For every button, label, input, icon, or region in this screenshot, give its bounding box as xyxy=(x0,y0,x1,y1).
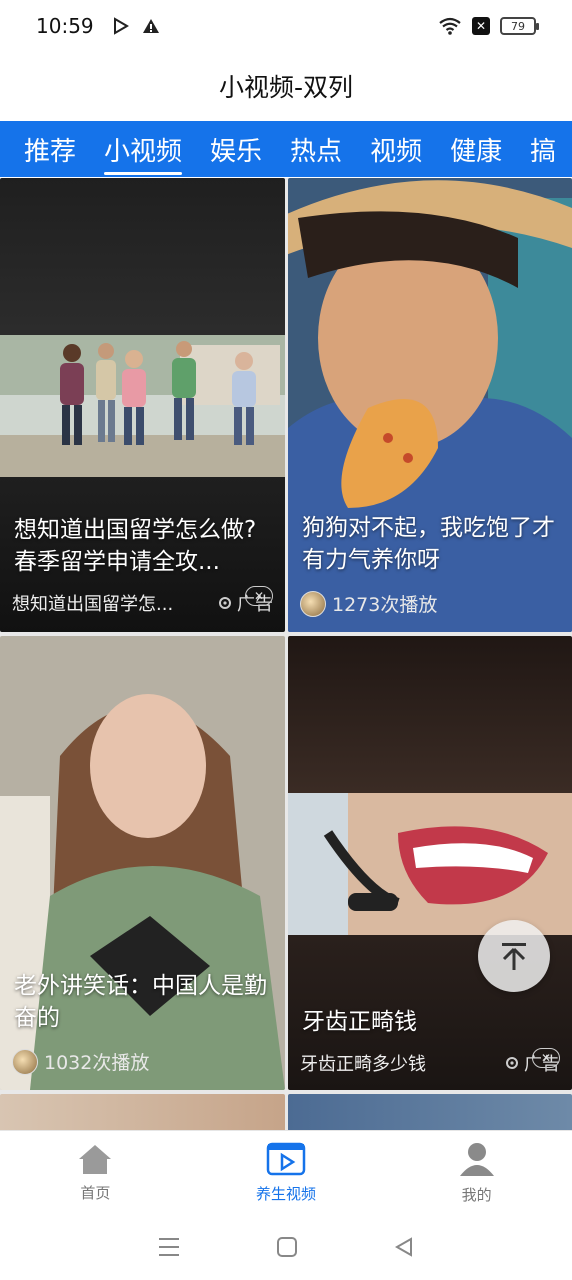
nav-health-video[interactable]: 养生视频 xyxy=(191,1131,382,1214)
tab-short-video[interactable]: 小视频 xyxy=(104,121,183,177)
nav-home-label: 首页 xyxy=(80,1184,111,1202)
tab-video[interactable]: 视频 xyxy=(370,121,422,177)
scroll-to-top-button[interactable] xyxy=(478,920,550,992)
category-tabs: 推荐 小视频 娱乐 热点 视频 健康 搞 xyxy=(0,121,572,177)
bottom-nav: 首页 养生视频 我的 xyxy=(0,1130,572,1214)
ad-sponsor-icon xyxy=(506,1057,518,1069)
video-card[interactable]: 牙齿正畸钱 牙齿正畸多少钱 广告 ✕ xyxy=(288,636,572,1090)
tab-health[interactable]: 健康 xyxy=(450,121,502,177)
wifi-icon xyxy=(439,17,461,35)
system-nav-bar xyxy=(0,1214,572,1280)
author-avatar xyxy=(300,590,326,617)
video-card[interactable] xyxy=(288,1094,572,1130)
thumbnail-image xyxy=(288,793,572,935)
ad-subtitle: 想知道出国留学怎... xyxy=(12,594,174,615)
thumbnail-image xyxy=(0,335,285,477)
video-grid: 想知道出国留学怎么做?春季留学申请全攻... 想知道出国留学怎... 广告 ✕ … xyxy=(0,178,572,1130)
video-card[interactable]: 想知道出国留学怎么做?春季留学申请全攻... 想知道出国留学怎... 广告 ✕ xyxy=(0,178,285,632)
play-count: 1032次播放 xyxy=(44,1052,150,1074)
play-store-icon xyxy=(113,17,129,35)
ad-close-button[interactable]: ✕ xyxy=(532,1048,560,1068)
video-card[interactable]: 狗狗对不起，我吃饱了才有力气养你呀 1273次播放 xyxy=(288,178,572,632)
play-count: 1273次播放 xyxy=(332,594,438,616)
home-square-icon[interactable] xyxy=(276,1236,298,1258)
tab-entertainment[interactable]: 娱乐 xyxy=(210,121,262,177)
sim-off-icon: ✕ xyxy=(472,17,490,35)
author-avatar xyxy=(12,1048,38,1075)
status-time: 10:59 xyxy=(36,14,94,38)
menu-icon[interactable] xyxy=(157,1236,181,1258)
ad-close-button[interactable]: ✕ xyxy=(245,586,273,606)
person-icon xyxy=(459,1143,494,1176)
ad-subtitle: 牙齿正畸多少钱 xyxy=(300,1054,426,1075)
video-title: 想知道出国留学怎么做?春季留学申请全攻... xyxy=(14,517,257,575)
tab-recommend[interactable]: 推荐 xyxy=(24,121,76,177)
status-bar: 10:59 ✕ 79 xyxy=(0,0,572,52)
video-title: 牙齿正畸钱 xyxy=(302,1009,417,1035)
video-card[interactable] xyxy=(0,1094,285,1130)
battery-icon: 79 xyxy=(500,17,539,35)
warning-icon xyxy=(142,19,159,33)
nav-profile[interactable]: 我的 xyxy=(381,1131,572,1214)
nav-health-video-label: 养生视频 xyxy=(256,1185,317,1203)
home-icon xyxy=(79,1145,112,1174)
arrow-up-icon xyxy=(502,943,526,970)
tab-funny[interactable]: 搞 xyxy=(530,121,556,177)
nav-home[interactable]: 首页 xyxy=(0,1131,191,1214)
video-title: 老外讲笑话：中国人是勤奋的 xyxy=(14,973,267,1031)
video-title: 狗狗对不起，我吃饱了才有力气养你呀 xyxy=(302,515,555,573)
tab-hot[interactable]: 热点 xyxy=(290,121,342,177)
page-title: 小视频-双列 xyxy=(218,73,354,102)
back-icon[interactable] xyxy=(393,1236,415,1258)
video-play-icon xyxy=(266,1142,306,1176)
title-bar: 小视频-双列 xyxy=(0,52,572,120)
nav-profile-label: 我的 xyxy=(461,1186,492,1204)
video-card[interactable]: 老外讲笑话：中国人是勤奋的 1032次播放 xyxy=(0,636,285,1090)
ad-sponsor-icon xyxy=(219,597,231,609)
